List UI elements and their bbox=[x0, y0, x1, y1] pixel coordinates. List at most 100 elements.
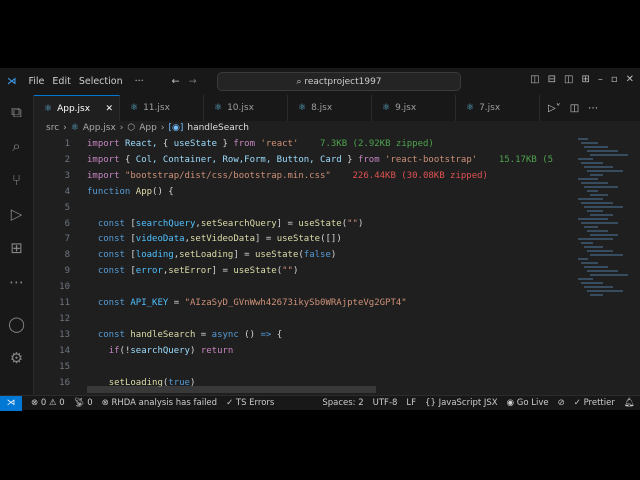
ts-label: TS Errors bbox=[235, 398, 275, 408]
spaces-status[interactable]: Spaces: 2 bbox=[322, 398, 363, 408]
code-line[interactable]: const API_KEY = "AIzaSyD_GVnWwh42673ikyS… bbox=[87, 298, 407, 308]
tab-9-jsx[interactable]: ⚛ 9.jsx bbox=[372, 95, 456, 121]
go-live-status[interactable]: ◉ Go Live bbox=[507, 398, 549, 408]
menu-selection[interactable]: Selection bbox=[79, 76, 123, 87]
code-line[interactable]: const [error,setError] = useState("") bbox=[87, 266, 299, 277]
ports-status[interactable]: 📡︎ 0 bbox=[74, 398, 93, 408]
prettier-label: Prettier bbox=[583, 398, 615, 408]
settings-gear-icon[interactable]: ⚙ bbox=[0, 341, 33, 375]
code-token: ) bbox=[357, 218, 364, 229]
line-number: 5 bbox=[64, 202, 70, 213]
account-icon[interactable]: ◯ bbox=[0, 307, 33, 341]
more-views-icon[interactable]: ⋯ bbox=[0, 265, 33, 299]
close-tab-icon[interactable]: ✕ bbox=[105, 104, 113, 114]
tab-8-jsx[interactable]: ⚛ 8.jsx bbox=[288, 95, 372, 121]
search-view-icon[interactable]: ⌕ bbox=[0, 129, 33, 163]
line-number: 3 bbox=[64, 170, 70, 181]
code-line[interactable]: const [videoData,setVideoData] = useStat… bbox=[87, 234, 342, 244]
toggle-sidebar-icon[interactable]: ◫ bbox=[530, 74, 539, 85]
code-line[interactable]: const [loading,setLoading] = useState(fa… bbox=[87, 250, 336, 260]
tab-label: 10.jsx bbox=[227, 103, 254, 113]
breadcrumb-app[interactable]: App bbox=[139, 123, 157, 133]
code-line[interactable]: if(!searchQuery) return bbox=[87, 345, 234, 356]
menu-file[interactable]: File bbox=[29, 76, 45, 87]
notifications-icon[interactable]: 🔔︎ bbox=[624, 398, 635, 408]
run-debug-icon[interactable]: ▷ bbox=[0, 197, 33, 231]
code-token: useState bbox=[233, 266, 277, 277]
code-token: import bbox=[87, 170, 125, 181]
code-token: ([]) bbox=[320, 234, 342, 245]
extensions-icon[interactable]: ⊞ bbox=[0, 231, 33, 265]
code-line[interactable]: import React, { useState } from 'react' … bbox=[87, 139, 434, 149]
toggle-panel-icon[interactable]: ⊟ bbox=[548, 74, 556, 85]
back-icon[interactable]: ← bbox=[172, 76, 180, 87]
line-number: 12 bbox=[59, 313, 70, 324]
react-icon: ⚛ bbox=[382, 103, 391, 113]
language-status[interactable]: {} JavaScript JSX bbox=[425, 398, 498, 408]
code-token: const bbox=[97, 298, 131, 308]
ts-errors-status[interactable]: ✓ TS Errors bbox=[226, 398, 274, 408]
copilot-icon[interactable]: ⊘ bbox=[558, 398, 565, 408]
code-token: ) bbox=[189, 345, 201, 356]
code-line[interactable]: const [searchQuery,setSearchQuery] = use… bbox=[87, 218, 364, 229]
code-token: ) bbox=[292, 266, 299, 277]
prettier-status[interactable]: ✓ Prettier bbox=[574, 398, 615, 408]
remote-icon[interactable]: ⋊ bbox=[0, 395, 22, 411]
close-window-icon[interactable]: ✕ bbox=[626, 74, 634, 85]
menu-more[interactable]: ··· bbox=[135, 76, 144, 87]
code-editor[interactable]: 1 import React, { useState } from 'react'… bbox=[34, 136, 640, 395]
command-center-search[interactable]: ⌕ reactproject1997 bbox=[217, 72, 461, 91]
code-line[interactable]: const handleSearch = async () => { bbox=[87, 330, 282, 340]
split-editor-icon[interactable]: ◫ bbox=[570, 103, 579, 114]
code-line[interactable]: import "bootstrap/dist/css/bootstrap.min… bbox=[87, 171, 488, 181]
rhda-status[interactable]: ⊗ RHDA analysis has failed bbox=[102, 398, 217, 408]
code-line[interactable]: import { Col, Container, Row,Form, Butto… bbox=[87, 155, 553, 165]
minimap[interactable] bbox=[574, 136, 640, 395]
horizontal-scrollbar[interactable] bbox=[87, 386, 376, 393]
run-icon[interactable]: ▷˅ bbox=[548, 103, 561, 114]
react-icon: ⚛ bbox=[70, 123, 79, 133]
maximize-icon[interactable]: ▫ bbox=[611, 74, 618, 85]
code-token: ] = bbox=[255, 234, 277, 245]
more-actions-icon[interactable]: ⋯ bbox=[588, 103, 598, 114]
source-control-icon[interactable]: ⑂ bbox=[0, 163, 33, 197]
tab-11-jsx[interactable]: ⚛ 11.jsx bbox=[120, 95, 204, 121]
code-line[interactable]: function App() { bbox=[87, 187, 174, 197]
code-token: searchQuery bbox=[135, 218, 196, 229]
layout-icon[interactable]: ⊞ bbox=[581, 74, 589, 85]
explorer-icon[interactable]: ⧉ bbox=[0, 95, 33, 129]
problems-status[interactable]: ⊗ 0 ⚠ 0 bbox=[31, 398, 65, 408]
code-token: setVideoData bbox=[189, 234, 256, 245]
tab-10-jsx[interactable]: ⚛ 10.jsx bbox=[204, 95, 288, 121]
code-token: searchQuery bbox=[130, 345, 190, 356]
code-token: API_KEY bbox=[130, 298, 169, 308]
forward-icon[interactable]: → bbox=[189, 76, 197, 87]
code-token: 7.3KB (2.92KB zipped) bbox=[298, 139, 434, 149]
menu-edit[interactable]: Edit bbox=[52, 76, 70, 87]
breadcrumb-handlesearch[interactable]: handleSearch bbox=[187, 123, 249, 133]
code-token: "" bbox=[347, 218, 358, 229]
code-token: } bbox=[341, 154, 358, 165]
title-bar: ⋊ File Edit Selection ··· ← → ⌕ reactpro… bbox=[0, 68, 640, 95]
minimize-icon[interactable]: – bbox=[598, 74, 603, 85]
eol-status[interactable]: LF bbox=[406, 398, 416, 408]
tab-7-jsx[interactable]: ⚛ 7.jsx bbox=[456, 95, 540, 121]
rhda-label: RHDA analysis has failed bbox=[111, 398, 218, 408]
code-token: handleSearch bbox=[130, 329, 196, 340]
breadcrumb-file[interactable]: App.jsx bbox=[83, 123, 116, 133]
tab-label: 8.jsx bbox=[311, 103, 333, 113]
variable-icon: [◉] bbox=[168, 123, 184, 133]
code-token: ) bbox=[330, 250, 337, 261]
code-token: { bbox=[162, 139, 174, 149]
toggle-secondary-icon[interactable]: ◫ bbox=[564, 74, 573, 85]
editor-tabs: ⚛ App.jsx ✕ ⚛ 11.jsx ⚛ 10.jsx ⚛ 8.jsx ⚛ 9.jsx … bbox=[34, 95, 640, 121]
code-token: import bbox=[87, 139, 125, 149]
tab-app-jsx[interactable]: ⚛ App.jsx ✕ bbox=[34, 95, 120, 121]
code-token: "AIzaSyD_GVnWwh42673ikySb0WRAjpteVg2GPT4… bbox=[184, 298, 407, 308]
encoding-status[interactable]: UTF-8 bbox=[373, 398, 398, 408]
code-token: const bbox=[97, 250, 131, 261]
breadcrumb-src[interactable]: src bbox=[46, 123, 59, 133]
